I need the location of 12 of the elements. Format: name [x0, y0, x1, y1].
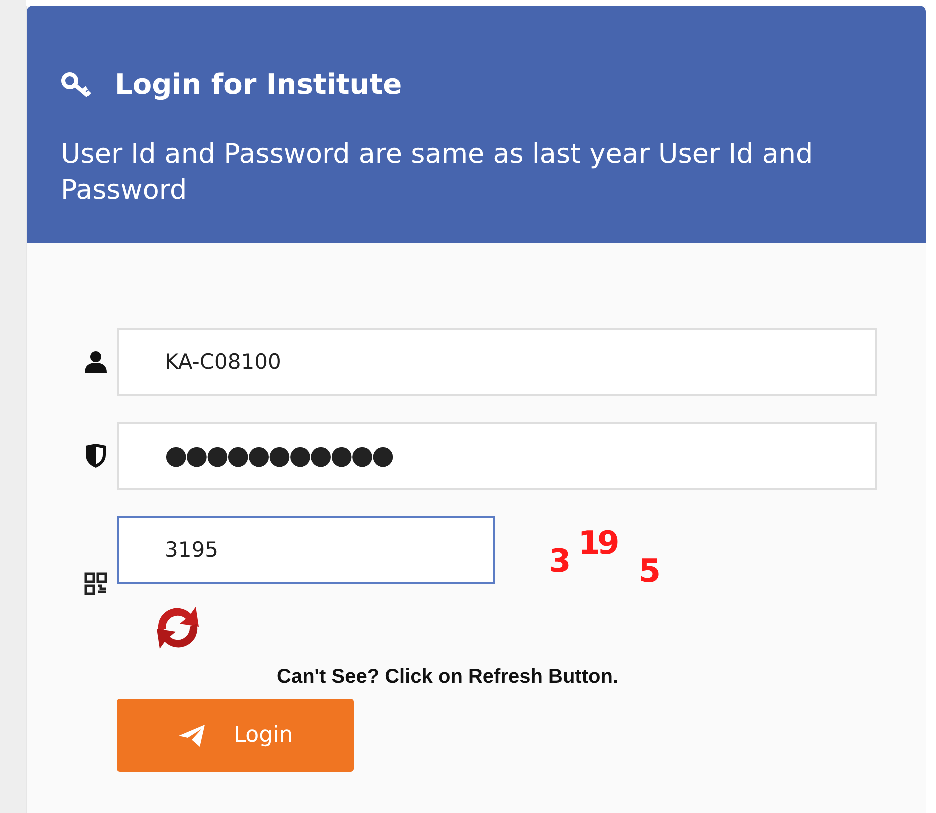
- captcha-image: 3 19 5: [549, 523, 658, 584]
- header-subtitle: User Id and Password are same as last year User Id and Password: [61, 138, 814, 208]
- user-icon: [83, 351, 109, 373]
- key-icon: [61, 72, 93, 98]
- shield-icon: [84, 443, 108, 469]
- password-field[interactable]: ●●●●●●●●●●●: [117, 422, 877, 490]
- user-id-field[interactable]: KA-C08100: [117, 328, 877, 396]
- qr-code-icon: [84, 572, 108, 596]
- send-icon: [178, 724, 206, 748]
- refresh-hint: Can't See? Click on Refresh Button.: [277, 666, 620, 689]
- header-title: Login for Institute: [115, 68, 402, 101]
- captcha-input-field[interactable]: 3195: [117, 516, 495, 584]
